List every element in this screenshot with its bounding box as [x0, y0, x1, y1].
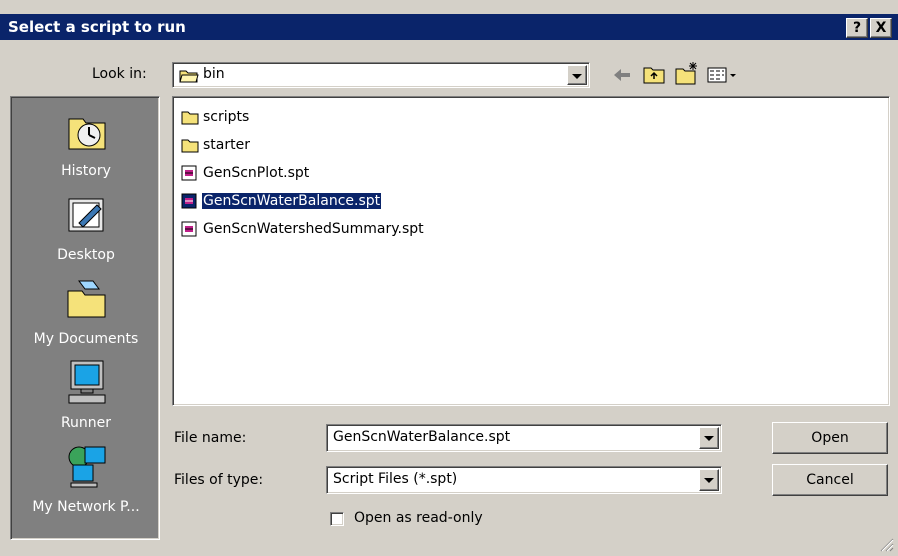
places-bar: History Desktop My Documents Runner My N… [10, 96, 160, 540]
place-my-documents-label: My Documents [33, 331, 139, 347]
folder-icon [181, 109, 199, 129]
desktop-icon [65, 193, 109, 241]
file-list[interactable]: scripts starter GenScnPlot.spt GenScnWat… [172, 96, 890, 406]
file-name: GenScnPlot.spt [203, 165, 310, 181]
network-icon [65, 443, 109, 493]
place-desktop-label: Desktop [57, 247, 115, 263]
chevron-down-icon[interactable] [567, 65, 587, 85]
chevron-down-icon[interactable] [699, 469, 719, 491]
view-menu-icon [707, 67, 736, 83]
up-folder-icon [643, 67, 665, 84]
look-in-label: Look in: [92, 66, 147, 82]
resize-grip[interactable] [878, 536, 894, 552]
file-name: starter [203, 137, 250, 153]
file-name-value: GenScnWaterBalance.spt [333, 429, 511, 445]
open-button[interactable]: Open [772, 422, 888, 454]
history-icon [65, 109, 109, 157]
close-icon: X [875, 20, 887, 36]
place-runner-label: Runner [60, 415, 112, 431]
back-button[interactable] [610, 64, 634, 86]
script-file-icon [181, 221, 197, 241]
back-arrow-icon [614, 69, 630, 81]
help-button[interactable]: ? [846, 18, 868, 38]
window-title: Select a script to run [8, 18, 186, 36]
file-name: scripts [203, 109, 250, 125]
file-name: GenScnWaterBalance.spt [200, 192, 383, 210]
resize-grip-icon [880, 538, 894, 552]
place-history-label: History [61, 163, 111, 179]
help-icon: ? [852, 20, 862, 36]
files-of-type-label: Files of type: [174, 472, 264, 488]
script-file-icon [181, 193, 197, 213]
read-only-label: Open as read-only [354, 510, 483, 526]
view-menu-button[interactable] [706, 64, 740, 86]
folder-open-icon [179, 69, 199, 87]
folder-icon [181, 137, 199, 157]
up-folder-button[interactable] [642, 62, 666, 86]
file-name-input[interactable]: GenScnWaterBalance.spt [326, 424, 722, 452]
new-folder-icon [675, 62, 697, 85]
look-in-value: bin [203, 66, 225, 82]
read-only-checkbox[interactable] [330, 512, 344, 526]
new-folder-button[interactable] [674, 60, 700, 86]
script-file-icon [181, 165, 197, 185]
close-button[interactable]: X [870, 18, 892, 38]
place-my-network-label: My Network P... [32, 499, 140, 515]
files-of-type-value: Script Files (*.spt) [333, 471, 458, 487]
file-name: GenScnWatershedSummary.spt [203, 221, 424, 237]
look-in-dropdown[interactable]: bin [172, 62, 590, 88]
computer-icon [65, 359, 109, 411]
cancel-button[interactable]: Cancel [772, 464, 888, 496]
my-documents-icon [65, 277, 109, 325]
chevron-down-icon[interactable] [699, 427, 719, 449]
files-of-type-dropdown[interactable]: Script Files (*.spt) [326, 466, 722, 494]
file-name-label: File name: [174, 430, 247, 446]
